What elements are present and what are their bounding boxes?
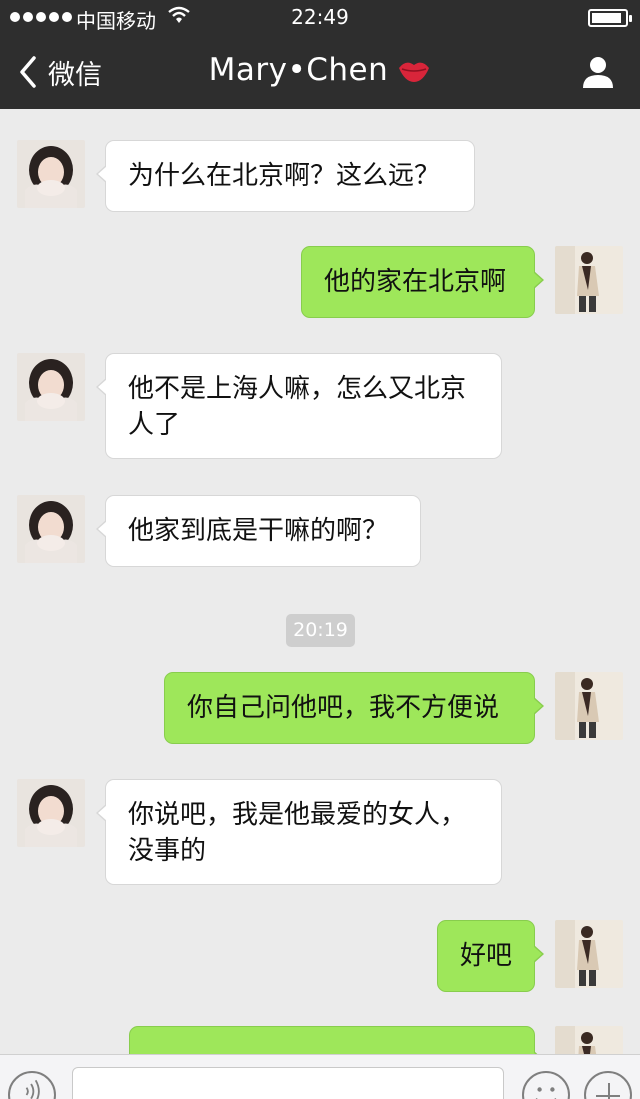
- battery-level: [592, 13, 621, 23]
- contact-avatar[interactable]: [17, 353, 85, 421]
- emoji-button[interactable]: [522, 1071, 570, 1099]
- message-text: 你说吧，我是他最爱的女人，没事的: [128, 800, 467, 866]
- message-bubble-outgoing[interactable]: [129, 1026, 544, 1054]
- status-bar: 中国移动 22:49: [0, 0, 640, 34]
- battery-icon: [588, 9, 632, 27]
- plus-button[interactable]: [584, 1071, 632, 1099]
- my-avatar[interactable]: [555, 920, 623, 988]
- chat-area[interactable]: 为什么在北京啊？这么远？ 他的家在北京啊 他不是上海人嘛，怎么又北京人了 他家到…: [0, 109, 640, 1054]
- person-icon: [583, 57, 613, 88]
- voice-button[interactable]: [8, 1071, 56, 1099]
- message-text: 好吧: [460, 941, 513, 971]
- message-bubble-incoming[interactable]: 你说吧，我是他最爱的女人，没事的: [96, 779, 502, 885]
- lips-icon: [399, 62, 430, 82]
- timestamp: 20:19: [286, 614, 355, 647]
- profile-button[interactable]: [580, 54, 616, 90]
- my-avatar[interactable]: [555, 1026, 623, 1054]
- message-text: 他家到底是干嘛的啊？: [128, 516, 389, 546]
- message-bubble-outgoing[interactable]: 你自己问他吧，我不方便说: [164, 672, 544, 744]
- message-text: 你自己问他吧，我不方便说: [187, 693, 500, 723]
- message-input[interactable]: [72, 1067, 504, 1099]
- message-text: 他的家在北京啊: [324, 267, 507, 297]
- voice-icon: [25, 1079, 40, 1099]
- message-text: 为什么在北京啊？这么远？: [128, 161, 441, 191]
- message-bubble-incoming[interactable]: 他不是上海人嘛，怎么又北京人了: [96, 353, 502, 459]
- nav-bar: 微信 Mary•Chen: [0, 34, 640, 109]
- contact-avatar[interactable]: [17, 779, 85, 847]
- message-bubble-incoming[interactable]: 为什么在北京啊？这么远？: [96, 140, 475, 212]
- message-bubble-incoming[interactable]: 他家到底是干嘛的啊？: [96, 495, 421, 567]
- emoji-icon: [535, 1087, 557, 1099]
- my-avatar[interactable]: [555, 246, 623, 314]
- message-text: 他不是上海人嘛，怎么又北京人了: [128, 374, 467, 440]
- message-bubble-outgoing[interactable]: 好吧: [437, 920, 544, 992]
- input-bar: [0, 1054, 640, 1099]
- contact-avatar[interactable]: [17, 495, 85, 563]
- contact-avatar[interactable]: [17, 140, 85, 208]
- nav-title-wrap: Mary•Chen: [0, 52, 640, 88]
- my-avatar[interactable]: [555, 672, 623, 740]
- chat-title: Mary•Chen: [208, 52, 389, 88]
- message-bubble-outgoing[interactable]: 他的家在北京啊: [301, 246, 544, 318]
- status-time: 22:49: [291, 5, 349, 29]
